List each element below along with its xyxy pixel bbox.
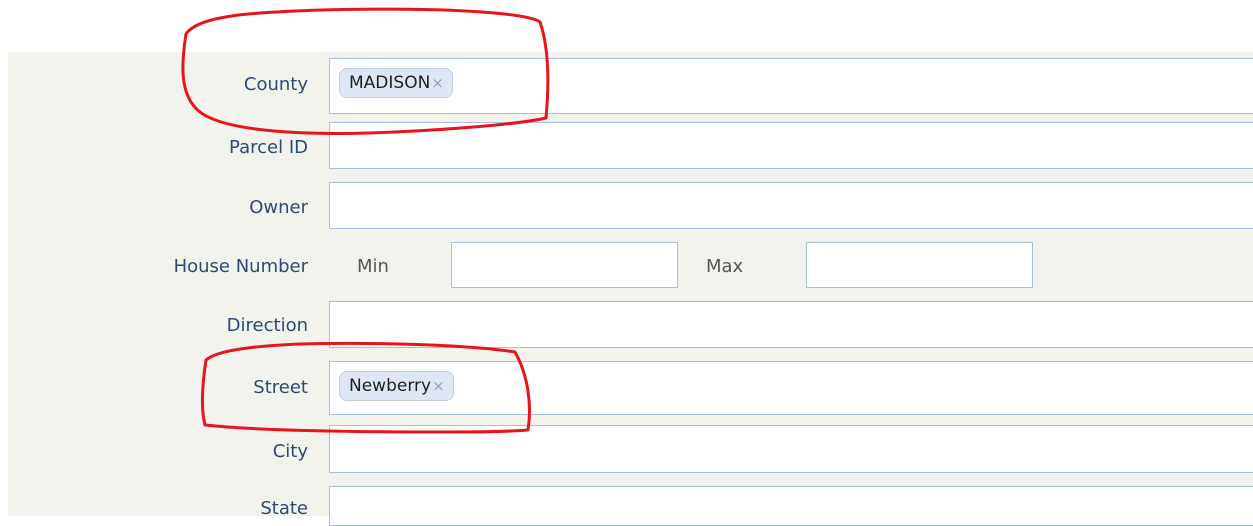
state-input[interactable]	[329, 486, 1253, 526]
county-tag: MADISON ×	[339, 68, 453, 98]
street-tag-text: Newberry	[349, 376, 432, 396]
parcel-id-input[interactable]	[329, 122, 1253, 169]
street-field[interactable]: Newberry ×	[329, 361, 1253, 415]
street-label: Street	[253, 377, 308, 398]
county-field[interactable]: MADISON ×	[329, 58, 1253, 114]
direction-label: Direction	[226, 315, 308, 336]
remove-county-tag-icon[interactable]: ×	[431, 74, 444, 92]
owner-input[interactable]	[329, 182, 1253, 229]
house-number-max-input[interactable]	[806, 242, 1033, 288]
city-input[interactable]	[329, 425, 1253, 473]
county-tag-text: MADISON	[349, 73, 431, 93]
county-label: County	[243, 74, 308, 95]
house-number-label: House Number	[173, 256, 308, 277]
remove-street-tag-icon[interactable]: ×	[432, 377, 445, 395]
house-number-min-input[interactable]	[451, 242, 678, 288]
house-number-max-label: Max	[706, 256, 744, 277]
parcel-id-label: Parcel ID	[229, 137, 308, 158]
house-number-min-label: Min	[357, 256, 389, 277]
street-tag: Newberry ×	[339, 371, 454, 401]
direction-input[interactable]	[329, 301, 1253, 348]
state-label: State	[260, 498, 308, 519]
city-label: City	[272, 441, 308, 462]
owner-label: Owner	[249, 197, 308, 218]
